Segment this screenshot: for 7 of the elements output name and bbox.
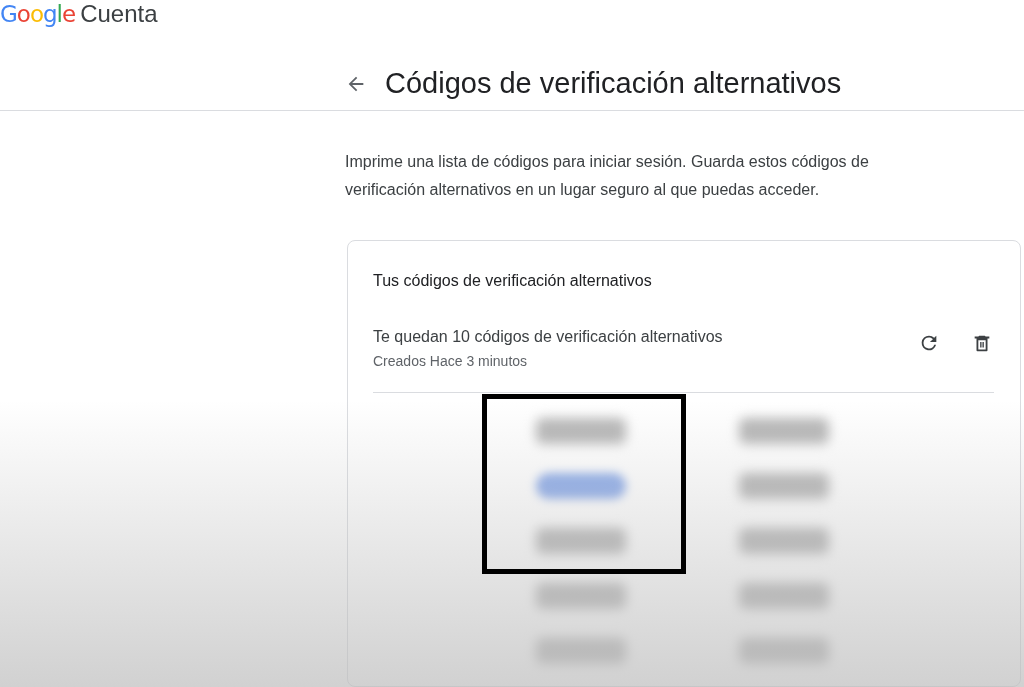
page-description: Imprime una lista de códigos para iniciar sesión. Guarda estos códigos de verificación alternativos en un lugar seguro al que puedas acceder. [345, 152, 870, 200]
created-time-text: Creados Hace 3 minutos [373, 352, 528, 371]
google-logo[interactable]: Google [0, 0, 76, 32]
page-title: Códigos de verificación alternativos [385, 66, 842, 101]
codes-remaining-text: Te quedan 10 códigos de verificación alternativos [373, 327, 723, 347]
card-title: Tus códigos de verificación alternativos [373, 271, 652, 291]
product-name: Cuenta [80, 0, 158, 29]
